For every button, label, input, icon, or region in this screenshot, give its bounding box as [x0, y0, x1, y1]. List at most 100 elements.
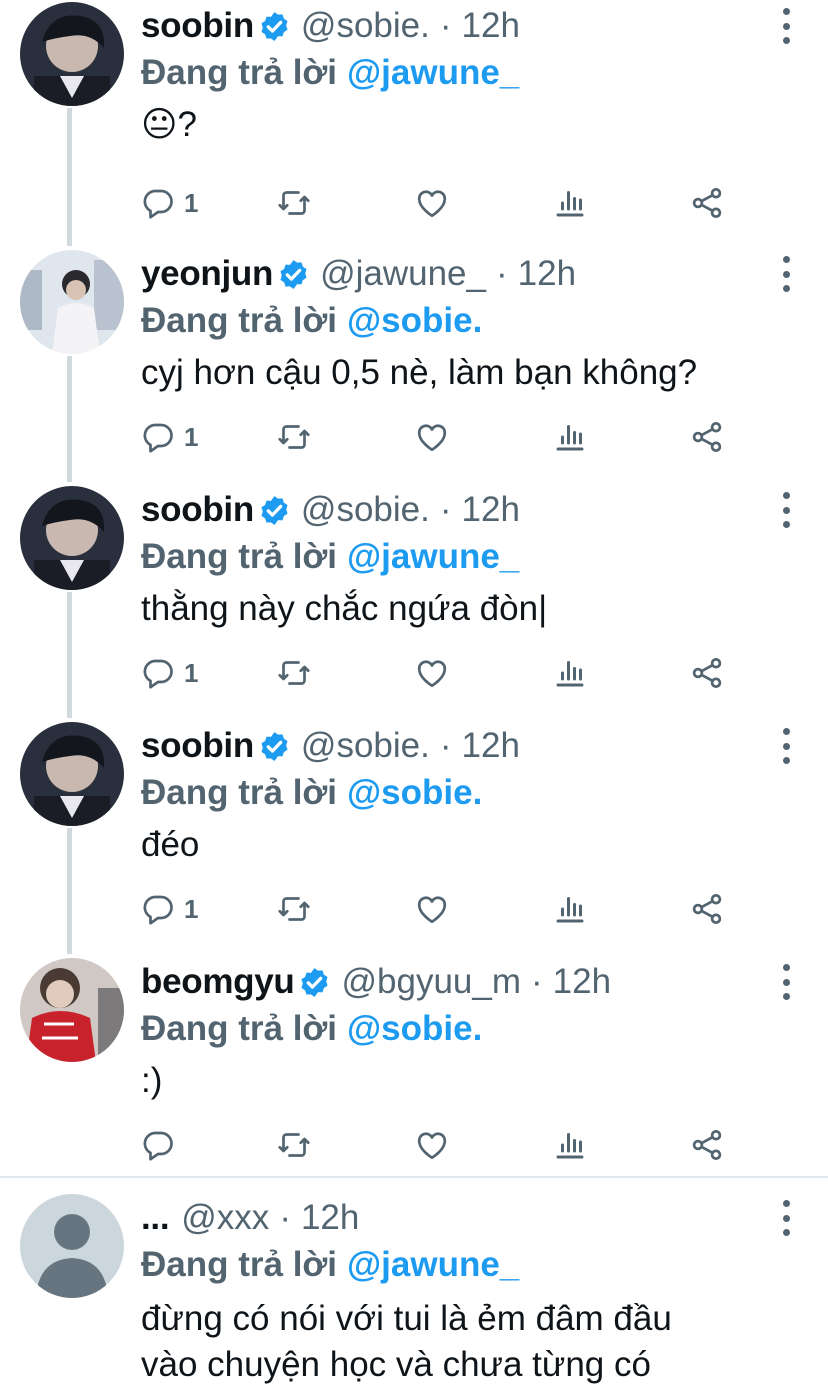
replying-to-label: Đang trả lời	[141, 53, 338, 92]
like-button[interactable]	[414, 1122, 450, 1168]
retweet-button[interactable]	[276, 414, 312, 460]
display-name[interactable]: soobin	[141, 490, 254, 530]
handle[interactable]: @sobie.	[301, 6, 430, 46]
action-bar: 1	[0, 886, 828, 932]
share-icon	[692, 422, 722, 452]
retweet-button[interactable]	[276, 886, 312, 932]
replying-to-label: Đang trả lời	[141, 1009, 338, 1048]
display-name[interactable]: yeonjun	[141, 254, 273, 294]
more-options-icon[interactable]	[770, 728, 802, 764]
more-options-icon[interactable]	[770, 492, 802, 528]
replying-to-handle[interactable]: @sobie.	[347, 773, 482, 813]
heart-icon	[417, 1132, 447, 1160]
analytics-button[interactable]	[552, 1122, 588, 1168]
heart-icon	[417, 190, 447, 218]
reply-icon	[143, 895, 173, 925]
avatar[interactable]	[20, 486, 124, 590]
like-button[interactable]	[414, 650, 450, 696]
replying-to-handle[interactable]: @sobie.	[347, 301, 482, 341]
share-button[interactable]	[689, 650, 725, 696]
tweet[interactable]: soobin @sobie. · 12h Đang trả lời @jawun…	[0, 2, 828, 232]
replying-to-handle[interactable]: @jawune_	[347, 1245, 519, 1285]
reply-count: 1	[184, 893, 199, 924]
action-bar: 1	[0, 414, 828, 460]
replying-to: Đang trả lời @sobie.	[141, 298, 482, 344]
verified-badge-icon	[261, 495, 288, 525]
replying-to: Đang trả lời @sobie.	[141, 1006, 482, 1052]
avatar[interactable]	[20, 250, 124, 354]
avatar[interactable]	[20, 1194, 124, 1298]
timestamp[interactable]: 12h	[518, 254, 576, 294]
display-name[interactable]: beomgyu	[141, 962, 295, 1002]
retweet-button[interactable]	[276, 180, 312, 226]
action-bar: 1	[0, 180, 828, 226]
tweet[interactable]: beomgyu @bgyuu_m · 12h Đang trả lời @sob…	[0, 958, 828, 1174]
more-options-icon[interactable]	[770, 1200, 802, 1236]
analytics-button[interactable]	[552, 414, 588, 460]
share-icon	[692, 894, 722, 924]
display-name[interactable]: soobin	[141, 726, 254, 766]
replying-to: Đang trả lời @jawune_	[141, 1242, 519, 1288]
replying-to-label: Đang trả lời	[141, 537, 338, 576]
display-name[interactable]: ...	[141, 1198, 170, 1238]
tweet-text: đéo	[141, 825, 200, 864]
retweet-button[interactable]	[276, 650, 312, 696]
reply-icon	[143, 659, 173, 689]
like-button[interactable]	[414, 180, 450, 226]
default-avatar-icon	[20, 1194, 124, 1298]
tweet-text: đừng có nói với tui là ẻm đâm đầu vào ch…	[141, 1296, 672, 1388]
more-options-icon[interactable]	[770, 8, 802, 44]
share-button[interactable]	[689, 886, 725, 932]
tweet-text: 😐?	[141, 105, 197, 144]
thread-divider	[0, 1176, 828, 1178]
share-button[interactable]	[689, 414, 725, 460]
timestamp[interactable]: 12h	[553, 962, 611, 1002]
more-options-icon[interactable]	[770, 256, 802, 292]
reply-button[interactable]: 1	[140, 414, 198, 460]
timestamp[interactable]: 12h	[462, 6, 520, 46]
timestamp[interactable]: 12h	[462, 726, 520, 766]
tweet-text: cyj hơn cậu 0,5 nè, làm bạn không?	[141, 353, 698, 392]
timestamp[interactable]: 12h	[301, 1198, 359, 1238]
analytics-button[interactable]	[552, 180, 588, 226]
handle[interactable]: @xxx	[181, 1198, 269, 1238]
tweet[interactable]: soobin @sobie. · 12h Đang trả lời @jawun…	[0, 486, 828, 716]
analytics-icon	[556, 1133, 584, 1159]
tweet[interactable]: yeonjun @jawune_ · 12h Đang trả lời @sob…	[0, 250, 828, 480]
tweet[interactable]: ... @xxx · 12h Đang trả lời @jawune_ đừn…	[0, 1194, 828, 1396]
handle[interactable]: @jawune_	[320, 254, 486, 294]
avatar[interactable]	[20, 2, 124, 106]
replying-to-handle[interactable]: @jawune_	[347, 537, 519, 577]
avatar[interactable]	[20, 722, 124, 826]
display-name[interactable]: soobin	[141, 6, 254, 46]
replying-to-handle[interactable]: @sobie.	[347, 1009, 482, 1049]
tweet-text: :)	[141, 1061, 163, 1100]
share-button[interactable]	[689, 1122, 725, 1168]
tweet-text-line: đừng có nói với tui là ẻm đâm đầu	[141, 1299, 672, 1338]
more-options-icon[interactable]	[770, 964, 802, 1000]
analytics-button[interactable]	[552, 886, 588, 932]
timestamp[interactable]: 12h	[462, 490, 520, 530]
reply-button[interactable]	[140, 1122, 184, 1168]
handle[interactable]: @bgyuu_m	[341, 962, 521, 1002]
handle[interactable]: @sobie.	[301, 726, 430, 766]
retweet-button[interactable]	[276, 1122, 312, 1168]
reply-button[interactable]: 1	[140, 886, 198, 932]
reply-button[interactable]: 1	[140, 180, 198, 226]
share-button[interactable]	[689, 180, 725, 226]
action-bar: 1	[0, 650, 828, 696]
avatar[interactable]	[20, 958, 124, 1062]
action-bar	[0, 1122, 828, 1168]
separator-dot: ·	[279, 1198, 291, 1237]
verified-badge-icon	[261, 731, 288, 761]
share-icon	[692, 188, 722, 218]
tweet[interactable]: soobin @sobie. · 12h Đang trả lời @sobie…	[0, 722, 828, 952]
replying-to-handle[interactable]: @jawune_	[347, 53, 519, 93]
analytics-icon	[556, 191, 584, 217]
reply-button[interactable]: 1	[140, 650, 198, 696]
share-icon	[692, 1130, 722, 1160]
handle[interactable]: @sobie.	[301, 490, 430, 530]
like-button[interactable]	[414, 414, 450, 460]
analytics-button[interactable]	[552, 650, 588, 696]
like-button[interactable]	[414, 886, 450, 932]
